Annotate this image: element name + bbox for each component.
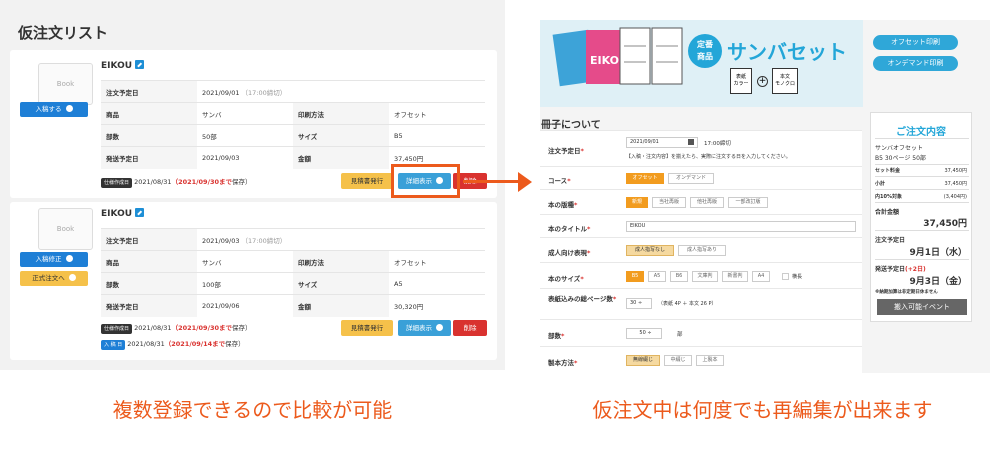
book-thumbnail: Book bbox=[38, 208, 93, 250]
upload-icon bbox=[65, 255, 73, 262]
status-line: 仕様作成日 2021/08/31（2021/09/30まで保存） bbox=[101, 322, 252, 334]
size-a4-option[interactable]: A4 bbox=[752, 271, 770, 282]
delete-button[interactable]: 削除 bbox=[453, 320, 487, 336]
issue-estimate-button[interactable]: 見積書発行 bbox=[341, 173, 393, 189]
revise-manuscript-button[interactable]: 入稿修正 bbox=[20, 252, 88, 267]
page-count-select[interactable]: 30 ÷ bbox=[626, 298, 652, 309]
landscape-checkbox[interactable] bbox=[782, 273, 789, 280]
book-title-input[interactable]: EIKOU bbox=[626, 221, 856, 232]
book-thumbnail: Book bbox=[38, 63, 93, 105]
order-info-table: 注文予定日 2021/09/01 （17:00締切） 商品 サンバ 印刷方法 オフセット… bbox=[101, 80, 485, 169]
offset-print-button[interactable]: オフセット印刷 bbox=[873, 35, 958, 50]
show-details-button[interactable]: 詳細表示 bbox=[398, 320, 451, 336]
landscape-label: 横長 bbox=[792, 274, 803, 280]
summary-title: ご注文内容 bbox=[896, 127, 946, 138]
issue-estimate-button[interactable]: 見積書発行 bbox=[341, 320, 393, 336]
left-caption: 複数登録できるので比較が可能 bbox=[112, 398, 393, 422]
ondemand-print-button[interactable]: オンデマンド印刷 bbox=[873, 56, 958, 71]
edit-icon[interactable] bbox=[135, 208, 145, 217]
course-offset-option[interactable]: オフセット bbox=[626, 173, 664, 184]
method-perfect-option[interactable]: 無線綴じ bbox=[626, 355, 660, 366]
order-summary: ご注文内容 サンバオフセット B5 30ページ 50部 セット料金 37,450… bbox=[870, 112, 972, 322]
arrow-icon bbox=[68, 274, 76, 281]
order-info-table: 注文予定日 2021/09/03 （17:00締切） 商品 サンバ 印刷方法 オフセット… bbox=[101, 228, 485, 317]
edition-revised-option[interactable]: 一部改訂版 bbox=[728, 197, 768, 208]
size-a5-option[interactable]: A5 bbox=[648, 271, 666, 282]
order-date-note: 【入稿・注文内容】を揃えたら、実際に注文する日を入力してください。 bbox=[626, 154, 791, 160]
booklet-form: 注文予定日* 2021/09/01 17:00締切 【入稿・注文内容】を揃えたら… bbox=[540, 130, 862, 373]
company-name: EIKOU bbox=[101, 208, 145, 219]
method-saddle-option[interactable]: 中綴じ bbox=[664, 355, 692, 366]
calendar-icon[interactable] bbox=[688, 139, 694, 145]
upload-icon bbox=[65, 105, 73, 112]
section-title: 冊子について bbox=[541, 120, 601, 131]
arrow-right-icon bbox=[518, 172, 532, 192]
standard-product-badge: 定番 商品 bbox=[688, 34, 722, 68]
size-b5-option[interactable]: B5 bbox=[626, 271, 644, 282]
right-caption: 仮注文中は何度でも再編集が出来ます bbox=[592, 398, 933, 422]
highlight-box bbox=[391, 164, 460, 198]
available-events-button[interactable]: 搬入可能イベント bbox=[877, 299, 967, 315]
method-hardcover-option[interactable]: 上製本 bbox=[696, 355, 724, 366]
submit-manuscript-button[interactable]: 入稿する bbox=[20, 102, 88, 117]
page-title: 仮注文リスト bbox=[18, 24, 109, 42]
adult-yes-option[interactable]: 成人指写あり bbox=[678, 245, 726, 256]
total-amount: 37,450円 bbox=[923, 219, 967, 229]
status-line: 仕様作成日 2021/08/31（2021/09/30まで保存） bbox=[101, 176, 252, 188]
course-ondemand-option[interactable]: オンデマンド bbox=[668, 173, 714, 184]
size-b6-option[interactable]: B6 bbox=[670, 271, 688, 282]
edition-new-option[interactable]: 新規 bbox=[626, 197, 648, 208]
company-name: EIKOU bbox=[101, 60, 145, 71]
body-mono-icon: 本文 モノクロ bbox=[772, 68, 798, 94]
size-shinsho-option[interactable]: 新書判 bbox=[722, 271, 748, 282]
adult-none-option[interactable]: 成人指写なし bbox=[626, 245, 674, 256]
copies-input[interactable]: 50 ÷ bbox=[626, 328, 662, 339]
edit-icon[interactable] bbox=[135, 60, 145, 69]
product-title: サンバセット bbox=[727, 40, 847, 64]
cover-color-icon: 表紙 カラー bbox=[730, 68, 752, 94]
info-icon bbox=[436, 324, 444, 331]
size-bunko-option[interactable]: 文庫判 bbox=[692, 271, 718, 282]
formal-order-button[interactable]: 正式注文へ bbox=[20, 271, 88, 286]
edition-reprint-option[interactable]: 当社再版 bbox=[652, 197, 686, 208]
edition-other-reprint-option[interactable]: 他社再版 bbox=[690, 197, 724, 208]
book-samples-image: EIKOU bbox=[552, 27, 683, 87]
order-date-input[interactable]: 2021/09/01 bbox=[626, 137, 698, 148]
arrow-line bbox=[463, 180, 525, 183]
status-line-submitted: 入 稿 日 2021/08/31（2021/09/14まで保存） bbox=[101, 338, 245, 350]
plus-icon: + bbox=[757, 76, 768, 87]
